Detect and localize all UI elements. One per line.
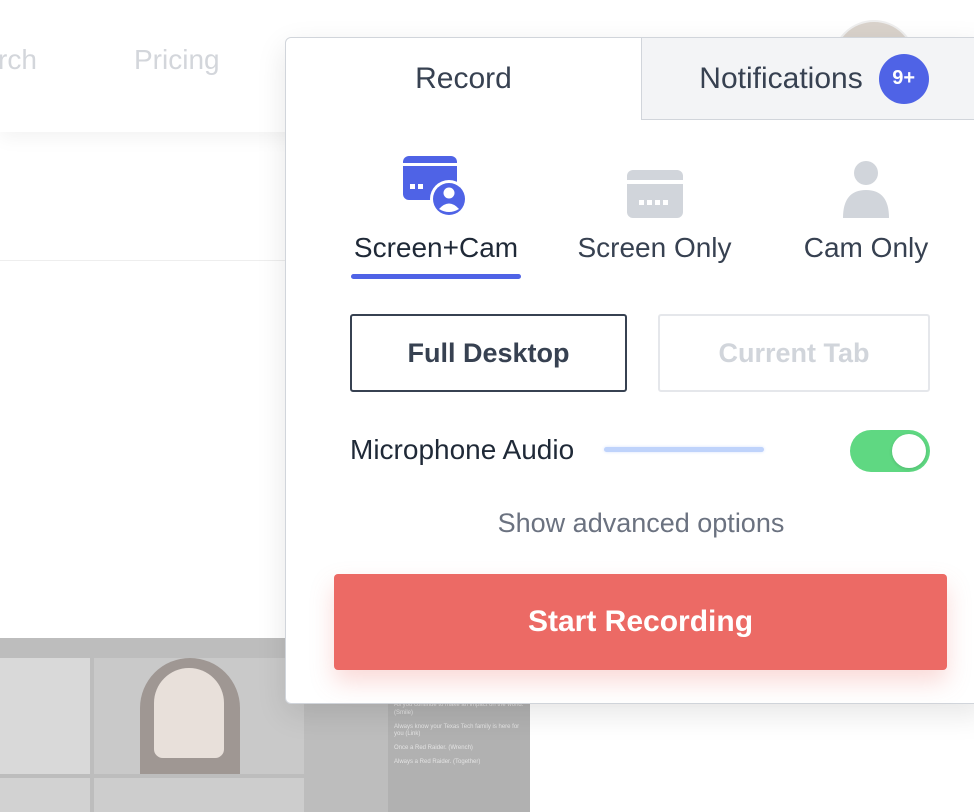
- microphone-audio-label: Microphone Audio: [350, 434, 575, 465]
- chat-line: As you continue to make an impact on the…: [394, 702, 524, 716]
- tab-record[interactable]: Record: [286, 38, 641, 120]
- mode-screen-cam[interactable]: Screen+Cam: [350, 148, 522, 279]
- nav-link-search[interactable]: rch: [0, 44, 37, 76]
- show-advanced-options-link[interactable]: Show advanced options: [286, 508, 974, 539]
- background-divider: [0, 260, 290, 261]
- video-tile: [0, 778, 90, 812]
- active-mode-underline: [351, 274, 521, 279]
- start-recording-button[interactable]: Start Recording: [334, 574, 947, 670]
- screen-cam-icon: [400, 148, 472, 220]
- mode-screen-only-label: Screen Only: [577, 232, 732, 263]
- microphone-toggle[interactable]: [850, 430, 930, 472]
- screen-icon: [619, 148, 691, 220]
- tab-notifications[interactable]: Notifications 9+: [641, 38, 974, 120]
- chat-line: Always know your Texas Tech family is he…: [394, 723, 520, 738]
- nav-link-pricing[interactable]: Pricing: [134, 44, 220, 76]
- chat-line: Once a Red Raider. (Wrench): [394, 745, 473, 752]
- recorder-popup: Record Notifications 9+ Screen+Cam Scree…: [285, 37, 974, 704]
- person-icon: [830, 148, 902, 220]
- full-desktop-button[interactable]: Full Desktop: [350, 314, 627, 392]
- video-tile: [0, 658, 90, 774]
- video-tile: [94, 658, 304, 774]
- video-chat-panel: As you continue to make an impact on the…: [388, 696, 530, 812]
- participant-face: [154, 668, 224, 758]
- microphone-level-meter: [604, 447, 764, 452]
- tab-notifications-label: Notifications: [699, 61, 863, 95]
- popup-tabs: Record Notifications 9+: [286, 38, 974, 120]
- tab-record-label: Record: [415, 62, 512, 95]
- notification-count-badge: 9+: [878, 53, 929, 104]
- current-tab-button[interactable]: Current Tab: [658, 314, 930, 392]
- mode-screen-only[interactable]: Screen Only: [572, 148, 737, 264]
- toggle-knob: [892, 434, 926, 468]
- mode-cam-only[interactable]: Cam Only: [800, 148, 932, 264]
- mode-screen-cam-label: Screen+Cam: [353, 232, 519, 263]
- video-tile: [94, 778, 304, 812]
- mode-cam-only-label: Cam Only: [803, 232, 929, 263]
- chat-line: Always a Red Raider. (Together): [394, 758, 481, 765]
